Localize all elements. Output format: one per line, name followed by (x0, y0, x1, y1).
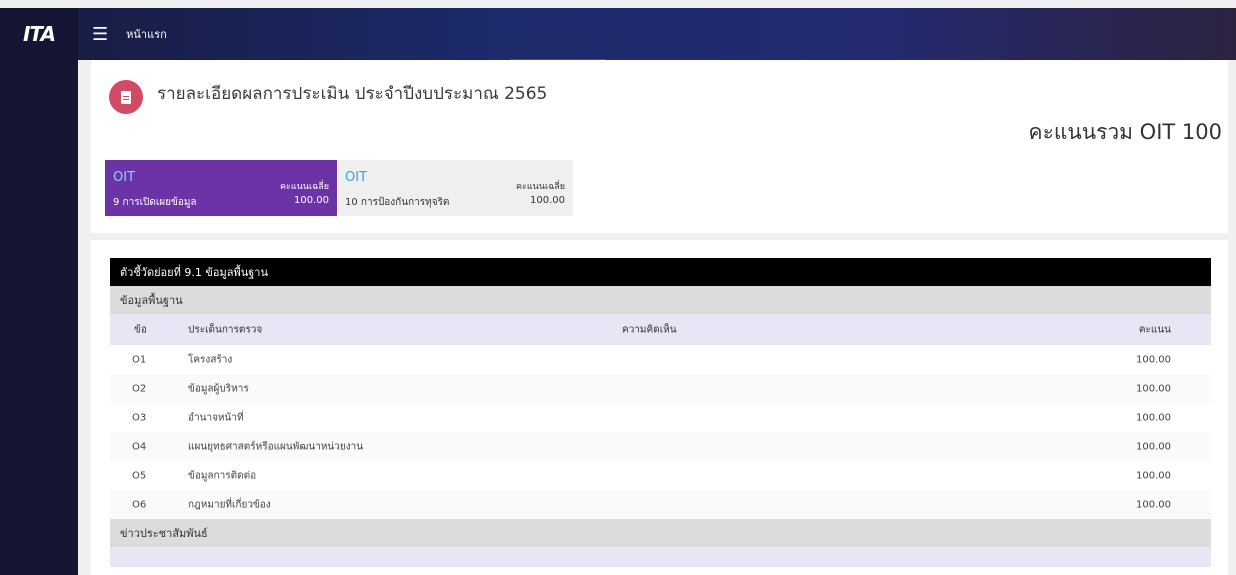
table-row: O3 อำนาจหน้าที่ 100.00 (110, 403, 1211, 432)
row-topic[interactable]: ข้อมูลผู้บริหาร (188, 381, 249, 396)
document-icon (121, 90, 131, 104)
top-navbar: ITA ☰ หน้าแรก (0, 8, 1236, 62)
section-title: ข่าวประชาสัมพันธ์ (120, 527, 208, 540)
row-no: O6 (132, 499, 147, 510)
table-row: O2 ข้อมูลผู้บริหาร 100.00 (110, 374, 1211, 403)
tab-code: OIT (345, 170, 368, 185)
column-header-row: ข้อ ประเด็นการตรวจ ความคิดเห็น คะแนน (110, 314, 1211, 345)
table-row: O6 กฎหมายที่เกี่ยวข้อง 100.00 (110, 490, 1211, 519)
column-header-no: ข้อ (134, 324, 147, 335)
sidebar (0, 60, 78, 575)
row-score: 100.00 (1136, 412, 1171, 423)
document-badge (109, 80, 143, 114)
content-card: ตัวชี้วัดย่อยที่ 9.1 ข้อมูลพื้นฐาน ข้อมู… (91, 240, 1228, 575)
page-title: รายละเอียดผลการประเมิน ประจำปีงบประมาณ 2… (157, 84, 548, 104)
row-no: O2 (132, 383, 147, 394)
assessment-table: ตัวชี้วัดย่อยที่ 9.1 ข้อมูลพื้นฐาน ข้อมู… (110, 258, 1211, 567)
tab-anti-corruption[interactable]: OIT คะแนนเฉลี่ย 10 การป้องกันการทุจริต 1… (337, 160, 573, 216)
section-title: ข้อมูลพื้นฐาน (120, 294, 183, 307)
tab-avg-label: คะแนนเฉลี่ย (516, 182, 565, 192)
row-score: 100.00 (1136, 354, 1171, 365)
indicator-tabs: OIT คะแนนเฉลี่ย 9 การเปิดเผยข้อมูล 100.0… (105, 160, 573, 216)
row-topic[interactable]: อำนาจหน้าที่ (188, 410, 244, 425)
indicator-header: ตัวชี้วัดย่อยที่ 9.1 ข้อมูลพื้นฐาน (110, 258, 1211, 286)
row-no: O5 (132, 470, 147, 481)
header-card: รายละเอียดผลการประเมิน ประจำปีงบประมาณ 2… (91, 60, 1228, 233)
tab-code: OIT (113, 170, 136, 185)
row-no: O1 (132, 354, 147, 365)
section-header: ข้อมูลพื้นฐาน (110, 286, 1211, 314)
table-row: O1 โครงสร้าง 100.00 (110, 345, 1211, 374)
row-score: 100.00 (1136, 470, 1171, 481)
column-header-score: คะแนน (1138, 324, 1171, 335)
logo-text: ITA (22, 22, 56, 46)
tab-name: 9 การเปิดเผยข้อมูล (113, 197, 197, 208)
row-no: O3 (132, 412, 147, 423)
column-header-topic: ประเด็นการตรวจ (188, 324, 263, 335)
tab-disclosure[interactable]: OIT คะแนนเฉลี่ย 9 การเปิดเผยข้อมูล 100.0… (105, 160, 337, 216)
row-score: 100.00 (1136, 441, 1171, 452)
table-row: O4 แผนยุทธศาสตร์หรือแผนพัฒนาหน่วยงาน 100… (110, 432, 1211, 461)
row-topic[interactable]: โครงสร้าง (188, 352, 232, 367)
row-topic[interactable]: กฎหมายที่เกี่ยวข้อง (188, 497, 271, 512)
section-header: ข่าวประชาสัมพันธ์ (110, 519, 1211, 547)
total-score: คะแนนรวม OIT 100 (1028, 120, 1222, 144)
tab-name: 10 การป้องกันการทุจริต (345, 197, 450, 208)
row-no: O4 (132, 441, 147, 452)
row-score: 100.00 (1136, 499, 1171, 510)
table-row: O5 ข้อมูลการติดต่อ 100.00 (110, 461, 1211, 490)
row-score: 100.00 (1136, 383, 1171, 394)
column-header-comment: ความคิดเห็น (622, 324, 677, 335)
tab-avg-value: 100.00 (530, 195, 565, 206)
row-topic[interactable]: ข้อมูลการติดต่อ (188, 468, 256, 483)
hamburger-menu-icon[interactable]: ☰ (92, 24, 108, 45)
nav-home-link[interactable]: หน้าแรก (126, 25, 167, 43)
row-topic[interactable]: แผนยุทธศาสตร์หรือแผนพัฒนาหน่วยงาน (188, 439, 363, 454)
tab-avg-label: คะแนนเฉลี่ย (280, 182, 329, 192)
ita-logo[interactable]: ITA (0, 8, 78, 60)
column-header-row (110, 547, 1211, 567)
tab-avg-value: 100.00 (294, 195, 329, 206)
indicator-title: ตัวชี้วัดย่อยที่ 9.1 ข้อมูลพื้นฐาน (120, 266, 268, 279)
